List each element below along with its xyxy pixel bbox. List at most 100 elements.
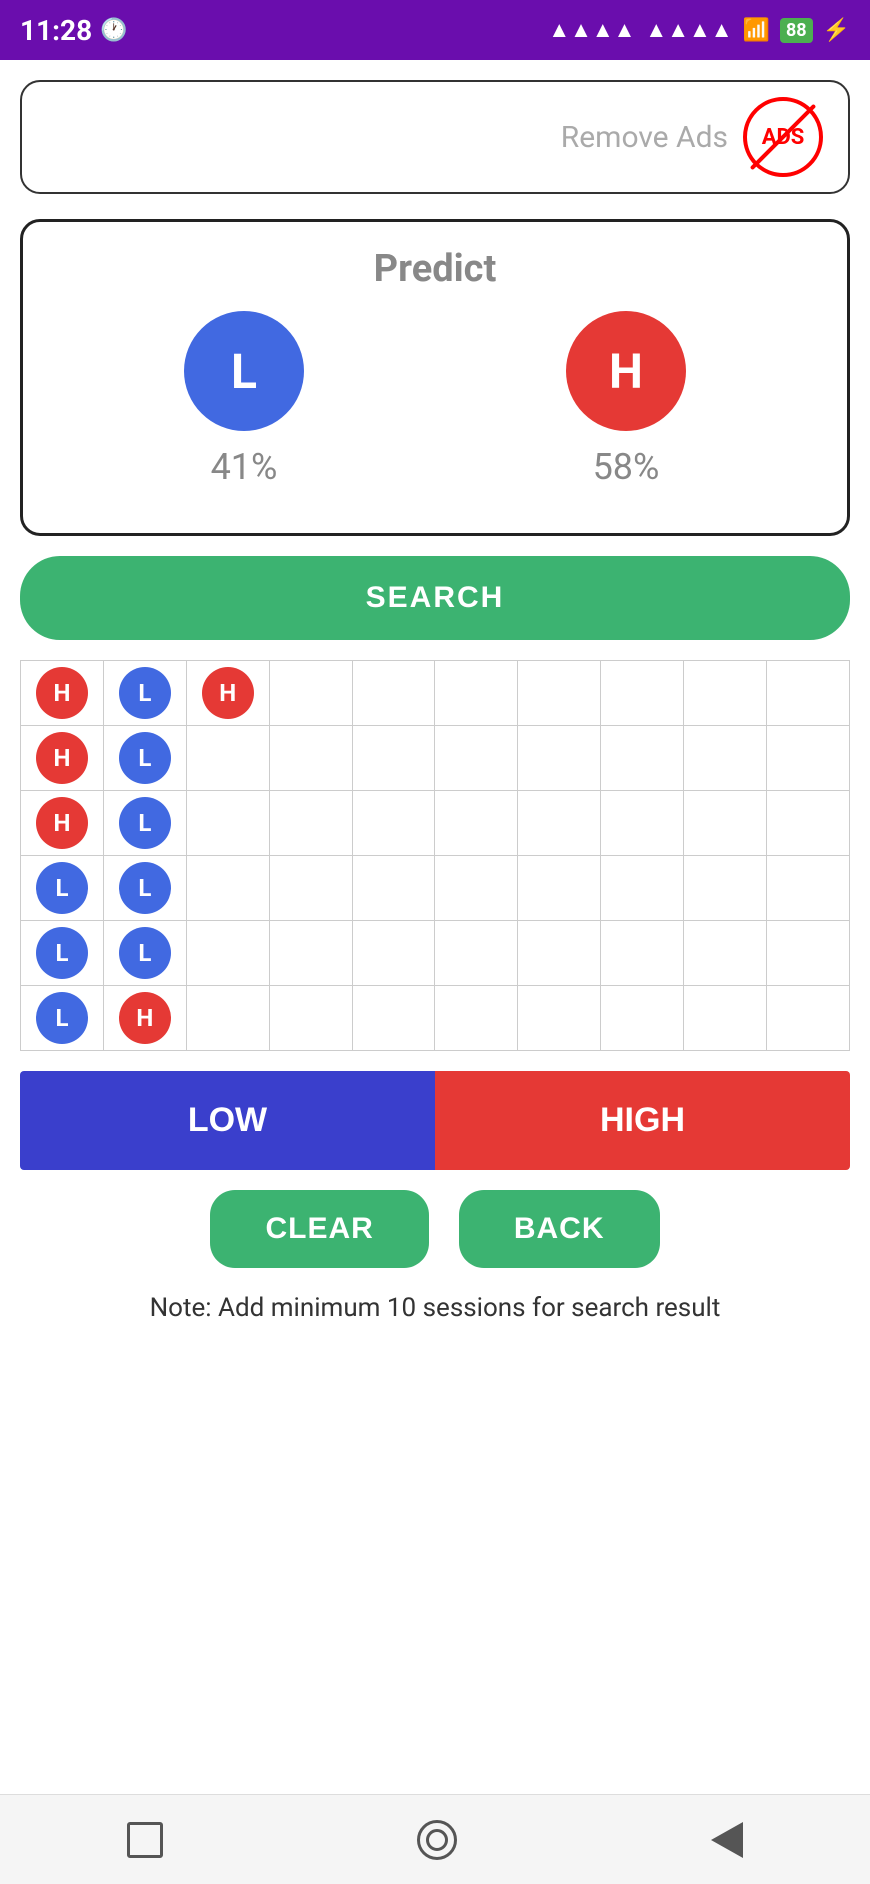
remove-ads-text: Remove Ads	[561, 120, 728, 155]
grid-cell[interactable]: L	[21, 856, 104, 921]
time-display: 11:28	[20, 14, 92, 47]
grid-cell[interactable]	[352, 856, 435, 921]
grid-cell[interactable]	[435, 726, 518, 791]
high-button[interactable]: HIGH	[435, 1071, 850, 1170]
grid-cell[interactable]	[352, 986, 435, 1051]
predict-left-circle: L	[184, 311, 304, 431]
status-time: 11:28 🕐	[20, 14, 128, 47]
grid-cell[interactable]	[435, 661, 518, 726]
predict-left: L 41%	[184, 311, 304, 488]
table-row: LL	[21, 921, 850, 986]
predict-title: Predict	[53, 247, 817, 291]
remove-ads-banner[interactable]: Remove Ads ADS	[20, 80, 850, 194]
nav-back-icon[interactable]	[711, 1822, 743, 1858]
grid-table: HLHHLHLLLLLLH	[20, 660, 850, 1051]
grid-cell[interactable]	[518, 661, 601, 726]
grid-cell[interactable]	[186, 986, 269, 1051]
grid-cell[interactable]	[684, 661, 767, 726]
low-button[interactable]: LOW	[20, 1071, 435, 1170]
grid-cell[interactable]	[684, 856, 767, 921]
back-button[interactable]: BACK	[459, 1190, 660, 1268]
grid-cell[interactable]: L	[103, 661, 186, 726]
grid-cell[interactable]	[269, 986, 352, 1051]
nav-square-icon[interactable]	[127, 1822, 163, 1858]
predict-left-percent: 41%	[211, 446, 278, 488]
grid-cell[interactable]	[518, 856, 601, 921]
grid-cell[interactable]	[269, 856, 352, 921]
grid-cell[interactable]: H	[186, 661, 269, 726]
table-row: HL	[21, 726, 850, 791]
grid-cell[interactable]: L	[103, 726, 186, 791]
grid-cell[interactable]	[352, 791, 435, 856]
grid-cell[interactable]	[767, 856, 850, 921]
grid-circle-l: L	[119, 797, 171, 849]
grid-cell[interactable]	[518, 986, 601, 1051]
grid-circle-h: H	[36, 732, 88, 784]
table-row: LH	[21, 986, 850, 1051]
grid-cell[interactable]	[518, 921, 601, 986]
grid-cell[interactable]	[684, 791, 767, 856]
signal-icon-2: ▲▲▲▲	[645, 17, 732, 43]
grid-cell[interactable]	[767, 921, 850, 986]
grid-cell[interactable]	[684, 921, 767, 986]
grid-cell[interactable]	[352, 726, 435, 791]
grid-cell[interactable]	[352, 921, 435, 986]
grid-cell[interactable]	[767, 726, 850, 791]
grid-cell[interactable]: L	[103, 921, 186, 986]
grid-cell[interactable]: H	[21, 791, 104, 856]
grid-cell[interactable]: H	[21, 726, 104, 791]
grid-cell[interactable]	[352, 661, 435, 726]
grid-circle-h: H	[119, 992, 171, 1044]
grid-cell[interactable]: L	[21, 986, 104, 1051]
grid-cell[interactable]: L	[103, 791, 186, 856]
predict-circles: L 41% H 58%	[53, 311, 817, 488]
grid-cell[interactable]	[767, 661, 850, 726]
nav-home-icon[interactable]	[417, 1820, 457, 1860]
grid-circle-l: L	[36, 992, 88, 1044]
grid-cell[interactable]	[186, 921, 269, 986]
predict-right: H 58%	[566, 311, 686, 488]
grid-cell[interactable]	[767, 791, 850, 856]
grid-cell[interactable]: H	[103, 986, 186, 1051]
grid-cell[interactable]	[518, 726, 601, 791]
grid-circle-h: H	[202, 667, 254, 719]
grid-cell[interactable]	[767, 986, 850, 1051]
grid-cell[interactable]	[269, 921, 352, 986]
grid-cell[interactable]	[601, 986, 684, 1051]
battery-icon: 88	[780, 18, 813, 43]
grid-cell[interactable]	[601, 661, 684, 726]
predict-box: Predict L 41% H 58%	[20, 219, 850, 536]
grid-cell[interactable]	[684, 726, 767, 791]
grid-cell[interactable]	[186, 726, 269, 791]
search-button[interactable]: SEARCH	[20, 556, 850, 640]
grid-cell[interactable]: L	[21, 921, 104, 986]
grid-cell[interactable]	[269, 726, 352, 791]
table-row: HLH	[21, 661, 850, 726]
grid-circle-l: L	[36, 862, 88, 914]
grid-cell[interactable]: H	[21, 661, 104, 726]
grid-cell[interactable]	[601, 856, 684, 921]
grid-cell[interactable]	[186, 791, 269, 856]
status-icons: ▲▲▲▲ ▲▲▲▲ 📶 88 ⚡	[548, 17, 850, 43]
grid-cell[interactable]	[601, 921, 684, 986]
grid-cell[interactable]	[269, 791, 352, 856]
grid-cell[interactable]	[518, 791, 601, 856]
clear-button[interactable]: CLEAR	[210, 1190, 428, 1268]
grid-circle-l: L	[119, 667, 171, 719]
status-bar: 11:28 🕐 ▲▲▲▲ ▲▲▲▲ 📶 88 ⚡	[0, 0, 870, 60]
grid-cell[interactable]	[435, 921, 518, 986]
clock-icon: 🕐	[100, 18, 127, 43]
grid-cell[interactable]	[601, 726, 684, 791]
grid-cell[interactable]	[435, 856, 518, 921]
grid-cell[interactable]	[186, 856, 269, 921]
charging-icon: ⚡	[823, 18, 850, 43]
grid-cell[interactable]	[435, 986, 518, 1051]
grid-cell[interactable]	[684, 986, 767, 1051]
predict-right-percent: 58%	[593, 446, 660, 488]
grid-cell[interactable]	[435, 791, 518, 856]
grid-cell[interactable]	[601, 791, 684, 856]
grid-cell[interactable]	[269, 661, 352, 726]
table-row: HL	[21, 791, 850, 856]
grid-cell[interactable]: L	[103, 856, 186, 921]
ads-circle[interactable]: ADS	[743, 97, 823, 177]
